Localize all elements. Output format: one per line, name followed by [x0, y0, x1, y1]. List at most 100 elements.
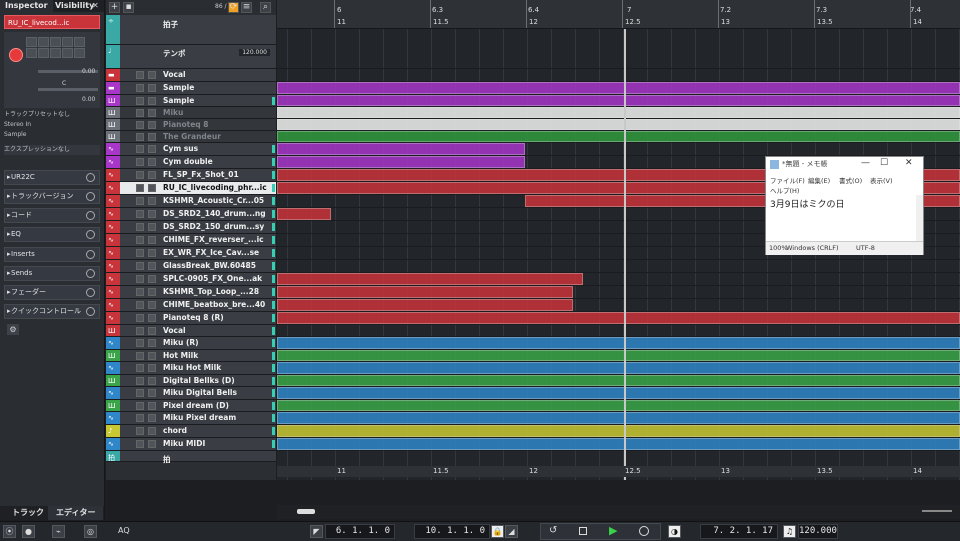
- track-lane[interactable]: [277, 260, 960, 273]
- mute-button[interactable]: [136, 184, 144, 192]
- track-header[interactable]: Ш Hot Milk: [106, 350, 276, 362]
- scroll-thumb[interactable]: [297, 509, 315, 514]
- bottom-ruler[interactable]: 11 11.5 12 12.5 13 13.5 14: [277, 466, 960, 477]
- track-header[interactable]: ∿ DS_SRD2_150_drum...sy: [106, 221, 276, 234]
- solo-button[interactable]: [148, 158, 156, 166]
- mute-button[interactable]: [136, 84, 144, 92]
- mute-button[interactable]: [136, 414, 144, 422]
- output-routing[interactable]: Sample: [4, 130, 100, 140]
- aq-button[interactable]: AQ: [118, 526, 130, 535]
- cycle-icon[interactable]: ↺: [549, 525, 557, 536]
- track-header[interactable]: Ш Pixel dream (D): [106, 400, 276, 412]
- menu-file[interactable]: ファイル(F): [770, 175, 805, 185]
- mute-button[interactable]: [136, 352, 144, 360]
- section-inserts[interactable]: ▸ Inserts: [4, 247, 100, 262]
- play-button[interactable]: ▶: [609, 524, 617, 537]
- track-header[interactable]: Ш Vocal: [106, 325, 276, 337]
- mute-button[interactable]: [136, 145, 144, 153]
- track-header[interactable]: ∿ Cym double: [106, 156, 276, 169]
- expression-map[interactable]: エクスプレッションなし: [4, 145, 100, 155]
- solo-button[interactable]: [148, 389, 156, 397]
- mute-button[interactable]: [136, 158, 144, 166]
- track-lane[interactable]: [277, 325, 960, 337]
- tab-editor[interactable]: エディター: [48, 506, 104, 520]
- track-header[interactable]: ÷ 拍子: [106, 15, 276, 45]
- event-part[interactable]: [277, 412, 960, 424]
- bypass-icon[interactable]: [86, 250, 95, 259]
- position-display[interactable]: 7. 2. 1. 17: [700, 524, 778, 539]
- solo-button[interactable]: [148, 402, 156, 410]
- mute-button[interactable]: [136, 71, 144, 79]
- sync-mode-icon[interactable]: ◎: [84, 525, 97, 538]
- monitor-button[interactable]: [26, 48, 37, 58]
- mute-button[interactable]: [136, 210, 144, 218]
- notepad-text-area[interactable]: 3月9日はミクの日: [766, 195, 916, 241]
- inspector-track-name[interactable]: RU_IC_livecod...ic: [4, 15, 100, 29]
- punch-icon[interactable]: ●: [22, 525, 35, 538]
- track-header[interactable]: ▬ Sample: [106, 82, 276, 95]
- section-quick-controls[interactable]: ▸ クイックコントロール: [4, 304, 100, 319]
- solo-button[interactable]: [148, 109, 156, 117]
- track-header[interactable]: ∿ CHIME_beatbox_bre...40: [106, 299, 276, 312]
- mute-button[interactable]: [136, 223, 144, 231]
- mute-button[interactable]: [136, 109, 144, 117]
- track-header[interactable]: ∿ DS_SRD2_140_drum...ng: [106, 208, 276, 221]
- lock-icon[interactable]: 🔒: [491, 525, 504, 538]
- track-header[interactable]: ∿ FL_SP_Fx_Shot_01: [106, 169, 276, 182]
- tab-track[interactable]: トラック: [4, 506, 52, 520]
- event-part[interactable]: [277, 208, 331, 220]
- mute-button[interactable]: [136, 121, 144, 129]
- solo-button[interactable]: [148, 84, 156, 92]
- lanes-button[interactable]: [74, 48, 85, 58]
- mute-button[interactable]: [136, 249, 144, 257]
- notepad-scrollbar[interactable]: [916, 195, 923, 241]
- horizontal-scrollbar[interactable]: [277, 505, 960, 519]
- track-header[interactable]: Ш Sample: [106, 95, 276, 107]
- sync-icon[interactable]: ⟳: [228, 2, 239, 13]
- right-locator[interactable]: 10. 1. 1. 0: [414, 524, 490, 539]
- solo-button[interactable]: [148, 71, 156, 79]
- write-button[interactable]: [62, 37, 73, 47]
- close-icon[interactable]: ✕: [905, 158, 913, 168]
- track-header[interactable]: ∿ SPLC-0905_FX_One...ak: [106, 273, 276, 286]
- section-fader[interactable]: ▸ フェーダー: [4, 285, 100, 300]
- record-mode-icon[interactable]: ⦿: [3, 525, 16, 538]
- close-icon[interactable]: ✕: [92, 1, 99, 10]
- input-routing[interactable]: Stereo In: [4, 120, 100, 130]
- mute-button[interactable]: [136, 275, 144, 283]
- solo-button[interactable]: [148, 314, 156, 322]
- event-part[interactable]: [277, 107, 960, 118]
- track-header[interactable]: ∿ Miku Digital Bells: [106, 387, 276, 400]
- menu-format[interactable]: 書式(O): [839, 175, 862, 185]
- event-part[interactable]: [277, 273, 583, 285]
- solo-button[interactable]: [148, 288, 156, 296]
- event-part[interactable]: [277, 350, 960, 361]
- follow-icon[interactable]: ◑: [668, 525, 681, 538]
- track-header[interactable]: ▬ Vocal: [106, 69, 276, 82]
- power-icon[interactable]: [86, 173, 95, 182]
- list-icon[interactable]: ≡: [241, 2, 252, 13]
- track-header[interactable]: ∿ KSHMR_Acoustic_Cr...05: [106, 195, 276, 208]
- mute-button[interactable]: [136, 377, 144, 385]
- timeline-ruler[interactable]: 6 6.3 6.4 7 7.2 7.3 7.4 11 11.5 12 12.5 13 13.5 14: [277, 0, 960, 29]
- tab-inspector[interactable]: Inspector: [0, 0, 53, 12]
- track-header[interactable]: Ш Pianoteq 8: [106, 119, 276, 131]
- event-part[interactable]: [277, 425, 960, 437]
- mute-button[interactable]: [136, 133, 144, 141]
- section-eq[interactable]: ▸ EQ: [4, 227, 100, 242]
- search-icon[interactable]: ⌕: [260, 2, 271, 13]
- maximize-icon[interactable]: ☐: [880, 158, 888, 168]
- solo-button[interactable]: [148, 364, 156, 372]
- metronome-icon[interactable]: ⌁: [52, 525, 65, 538]
- mute-button[interactable]: [136, 402, 144, 410]
- bypass-icon[interactable]: [86, 307, 95, 316]
- event-part[interactable]: [277, 95, 960, 106]
- track-header[interactable]: ∿ Miku MIDI: [106, 438, 276, 451]
- track-header[interactable]: ♩ テンポ 120.000: [106, 45, 276, 69]
- event-part[interactable]: [277, 438, 960, 450]
- track-lane[interactable]: [277, 45, 960, 69]
- track-header[interactable]: ∿ Miku Hot Milk: [106, 362, 276, 375]
- tempo-value[interactable]: 120.000: [239, 49, 270, 56]
- track-header[interactable]: ∿ Miku (R): [106, 337, 276, 350]
- solo-button[interactable]: [148, 184, 156, 192]
